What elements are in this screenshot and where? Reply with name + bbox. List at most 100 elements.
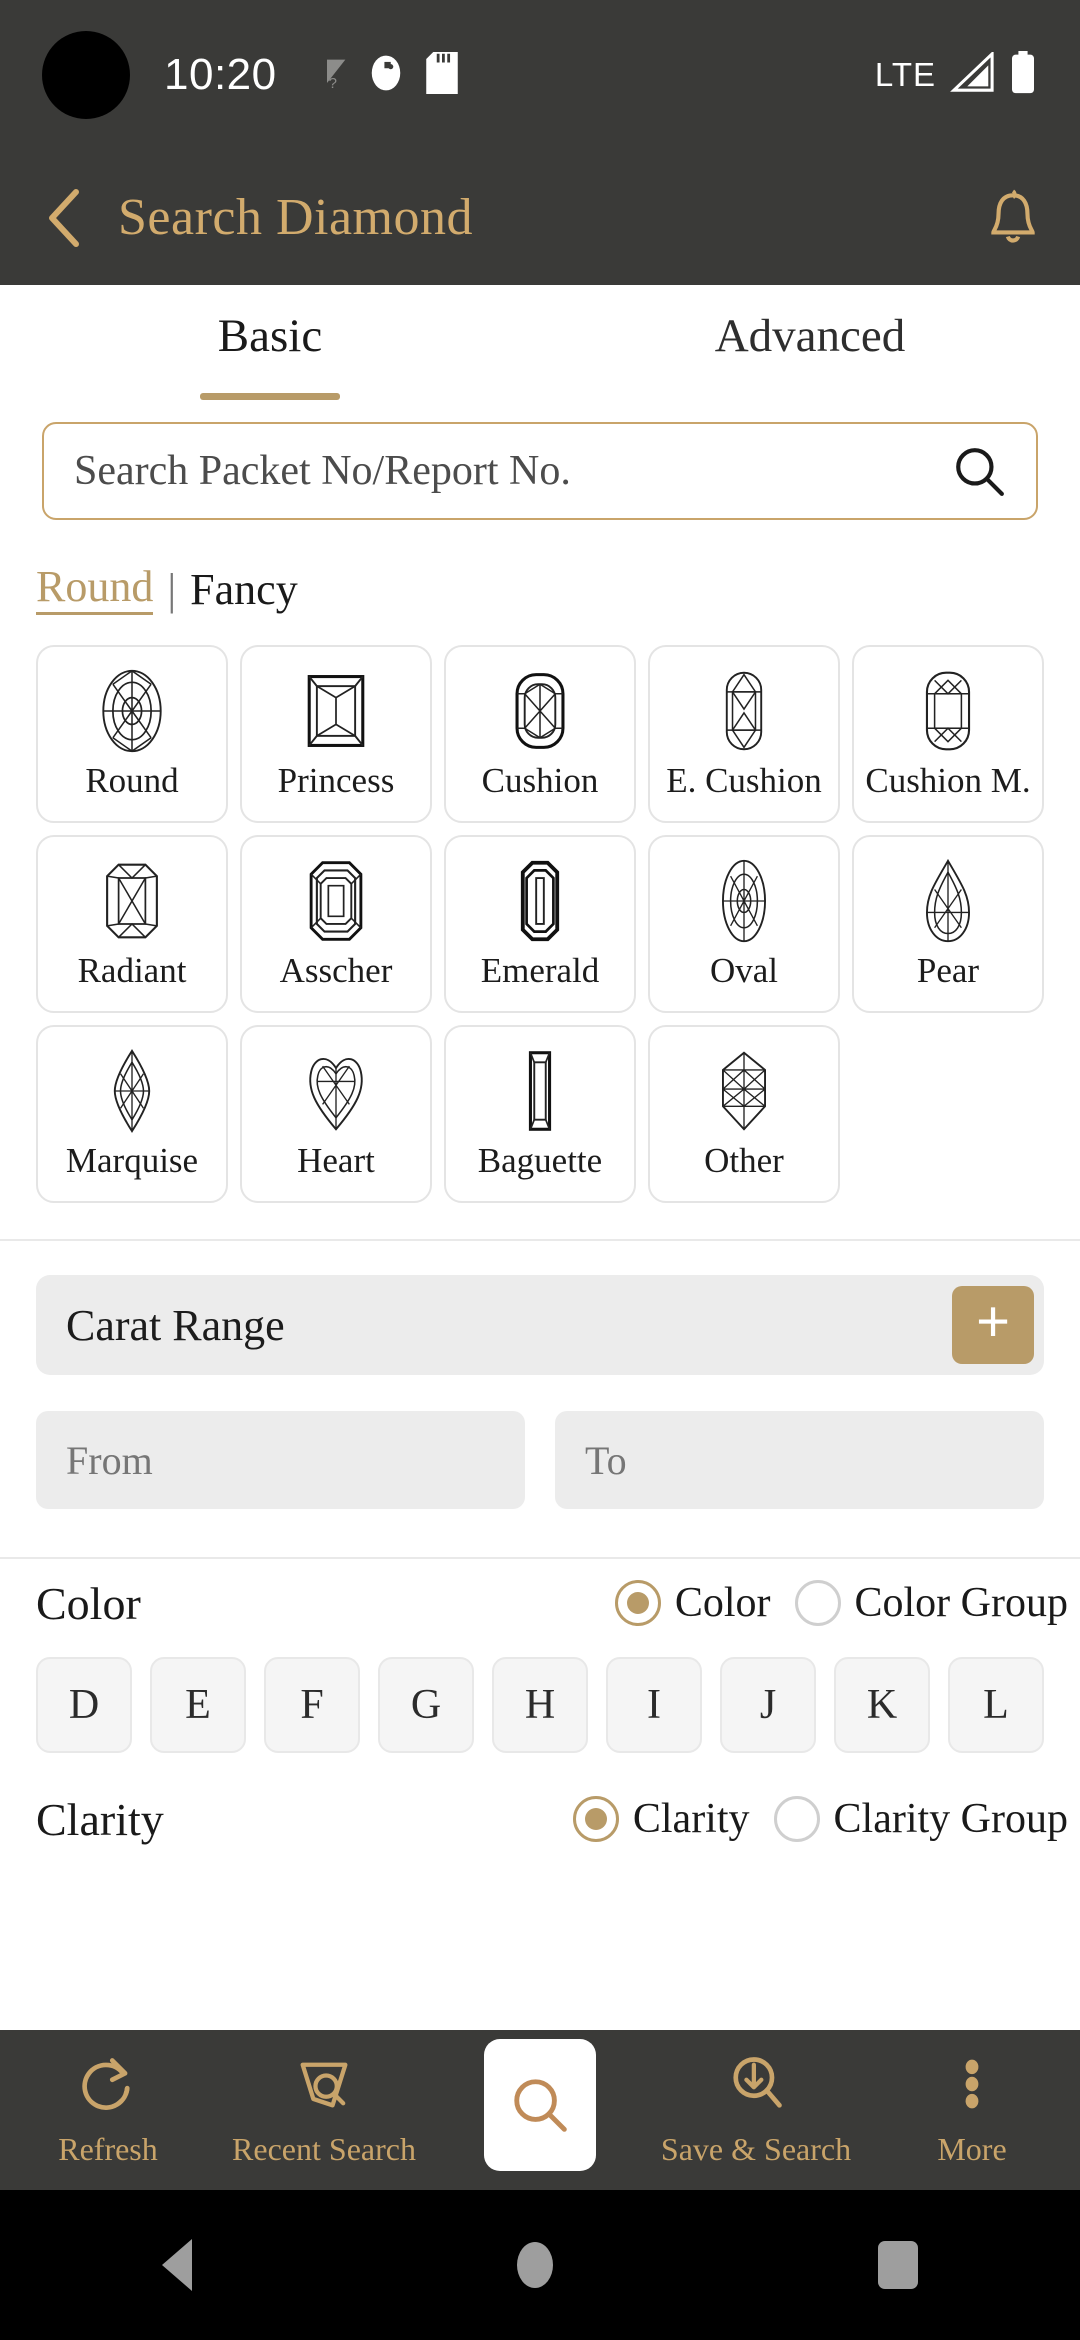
radio-selected-icon[interactable] bbox=[614, 1580, 661, 1626]
clarity-mode-label: Clarity bbox=[632, 1796, 750, 1842]
color-chip[interactable]: K bbox=[834, 1657, 930, 1753]
color-mode-label: Color bbox=[674, 1580, 771, 1626]
color-chip[interactable]: J bbox=[720, 1657, 816, 1753]
clarity-section-header: Clarity Clarity Clarity Group bbox=[0, 1775, 1080, 1863]
color-chip-row[interactable]: D E F G H I J K L bbox=[0, 1647, 1080, 1753]
diamond-asscher-icon bbox=[301, 857, 371, 945]
more-vertical-icon[interactable] bbox=[940, 2052, 1004, 2121]
signal-icon bbox=[950, 49, 996, 99]
shape-option-label: Other bbox=[704, 1141, 784, 1180]
shape-option-radiant[interactable]: Radiant bbox=[36, 835, 228, 1013]
bell-icon[interactable] bbox=[986, 187, 1040, 249]
diamond-heart-icon bbox=[301, 1047, 371, 1135]
nav-item-save-search[interactable]: Save & Search bbox=[648, 2052, 864, 2168]
status-bar-right-icons: LTE bbox=[874, 49, 1046, 100]
svg-text:?: ? bbox=[328, 75, 336, 90]
color-section-header: Color Color Color Group bbox=[0, 1559, 1080, 1647]
clarity-mode-option-clarity-group[interactable]: Clarity Group bbox=[773, 1795, 1068, 1843]
color-mode-label: Color Group bbox=[854, 1580, 1069, 1626]
save-search-icon[interactable] bbox=[724, 2052, 788, 2121]
shape-option-pear[interactable]: Pear bbox=[852, 835, 1044, 1013]
tab-bar: Basic Advanced bbox=[0, 285, 1080, 400]
shape-option-round[interactable]: Round bbox=[36, 645, 228, 823]
back-triangle-icon[interactable] bbox=[162, 2239, 193, 2291]
shape-option-cushion[interactable]: Cushion bbox=[444, 645, 636, 823]
diamond-emerald-icon bbox=[505, 857, 575, 945]
search-section: Search Packet No/Report No. bbox=[0, 400, 1080, 520]
home-circle-icon[interactable] bbox=[516, 2242, 553, 2288]
carat-range-label: Carat Range bbox=[66, 1300, 285, 1350]
shape-option-label: Baguette bbox=[477, 1141, 603, 1180]
shape-option-emerald[interactable]: Emerald bbox=[444, 835, 636, 1013]
shape-category-fancy[interactable]: Fancy bbox=[190, 564, 298, 615]
shape-option-e-cushion[interactable]: E. Cushion bbox=[648, 645, 840, 823]
carat-to-input[interactable]: To bbox=[555, 1411, 1044, 1509]
shape-option-marquise[interactable]: Marquise bbox=[36, 1025, 228, 1203]
status-bar-clock: 10:20 bbox=[164, 50, 277, 99]
chevron-left-icon[interactable] bbox=[40, 186, 88, 250]
radio-unselected-icon[interactable] bbox=[773, 1796, 820, 1842]
search-input[interactable]: Search Packet No/Report No. bbox=[42, 422, 1038, 520]
network-type-label: LTE bbox=[874, 56, 936, 93]
app-notification-icon bbox=[367, 54, 405, 97]
android-navigation-bar bbox=[0, 2190, 1080, 2340]
radio-selected-icon[interactable] bbox=[572, 1796, 619, 1842]
shape-category-round[interactable]: Round bbox=[36, 564, 154, 615]
color-section-title: Color bbox=[36, 1577, 141, 1629]
color-chip[interactable]: I bbox=[606, 1657, 702, 1753]
search-icon[interactable] bbox=[484, 2039, 596, 2171]
search-input-placeholder: Search Packet No/Report No. bbox=[74, 448, 571, 494]
recents-square-icon[interactable] bbox=[877, 2241, 918, 2289]
tab-active-indicator bbox=[200, 393, 340, 400]
tab-advanced[interactable]: Advanced bbox=[540, 285, 1080, 400]
shape-option-princess[interactable]: Princess bbox=[240, 645, 432, 823]
shape-category-toggle: Round | Fancy bbox=[0, 520, 1080, 615]
carat-to-placeholder: To bbox=[585, 1437, 627, 1483]
shape-option-other[interactable]: Other bbox=[648, 1025, 840, 1203]
shape-option-label: E. Cushion bbox=[666, 761, 822, 800]
color-chip[interactable]: G bbox=[378, 1657, 474, 1753]
shape-option-label: Oval bbox=[709, 951, 779, 990]
shape-category-separator: | bbox=[167, 565, 177, 614]
tab-basic-label: Basic bbox=[217, 310, 323, 362]
shape-option-label: Cushion bbox=[481, 761, 599, 800]
sd-card-icon bbox=[425, 51, 459, 99]
shape-option-baguette[interactable]: Baguette bbox=[444, 1025, 636, 1203]
shape-option-oval[interactable]: Oval bbox=[648, 835, 840, 1013]
color-chip[interactable]: L bbox=[948, 1657, 1044, 1753]
bottom-navigation-bar: Refresh Recent Search Save & Search More bbox=[0, 2030, 1080, 2190]
shape-option-label: Emerald bbox=[480, 951, 600, 990]
carat-range-header: Carat Range + bbox=[36, 1275, 1044, 1375]
shape-option-asscher[interactable]: Asscher bbox=[240, 835, 432, 1013]
status-bar: 10:20 ? LTE bbox=[0, 0, 1080, 150]
color-mode-option-color[interactable]: Color bbox=[614, 1579, 771, 1627]
nav-item-recent-search[interactable]: Recent Search bbox=[216, 2052, 432, 2168]
shape-option-heart[interactable]: Heart bbox=[240, 1025, 432, 1203]
color-chip[interactable]: D bbox=[36, 1657, 132, 1753]
shape-option-cushion-m[interactable]: Cushion M. bbox=[852, 645, 1044, 823]
clarity-section-title: Clarity bbox=[36, 1793, 164, 1845]
radio-unselected-icon[interactable] bbox=[794, 1580, 841, 1626]
color-chip[interactable]: H bbox=[492, 1657, 588, 1753]
carat-from-input[interactable]: From bbox=[36, 1411, 525, 1509]
nav-item-more[interactable]: More bbox=[864, 2052, 1080, 2168]
nav-item-refresh[interactable]: Refresh bbox=[0, 2052, 216, 2168]
color-chip[interactable]: E bbox=[150, 1657, 246, 1753]
diamond-cushion-modified-icon bbox=[913, 667, 983, 755]
recent-search-icon[interactable] bbox=[292, 2052, 356, 2121]
diamond-radiant-icon bbox=[97, 857, 167, 945]
diamond-baguette-icon bbox=[505, 1047, 575, 1135]
tab-basic[interactable]: Basic bbox=[0, 285, 540, 400]
tab-advanced-label: Advanced bbox=[714, 310, 906, 362]
carat-range-inputs: From To bbox=[0, 1375, 1080, 1509]
diamond-pear-icon bbox=[913, 857, 983, 945]
plus-icon[interactable]: + bbox=[952, 1286, 1034, 1364]
clarity-mode-option-clarity[interactable]: Clarity bbox=[572, 1795, 750, 1843]
refresh-icon[interactable] bbox=[76, 2052, 140, 2121]
shape-option-label: Marquise bbox=[65, 1141, 199, 1180]
color-mode-option-color-group[interactable]: Color Group bbox=[794, 1579, 1069, 1627]
color-chip[interactable]: F bbox=[264, 1657, 360, 1753]
search-icon[interactable] bbox=[952, 444, 1006, 498]
section-divider bbox=[0, 1239, 1080, 1241]
nav-item-search[interactable] bbox=[432, 2039, 648, 2181]
